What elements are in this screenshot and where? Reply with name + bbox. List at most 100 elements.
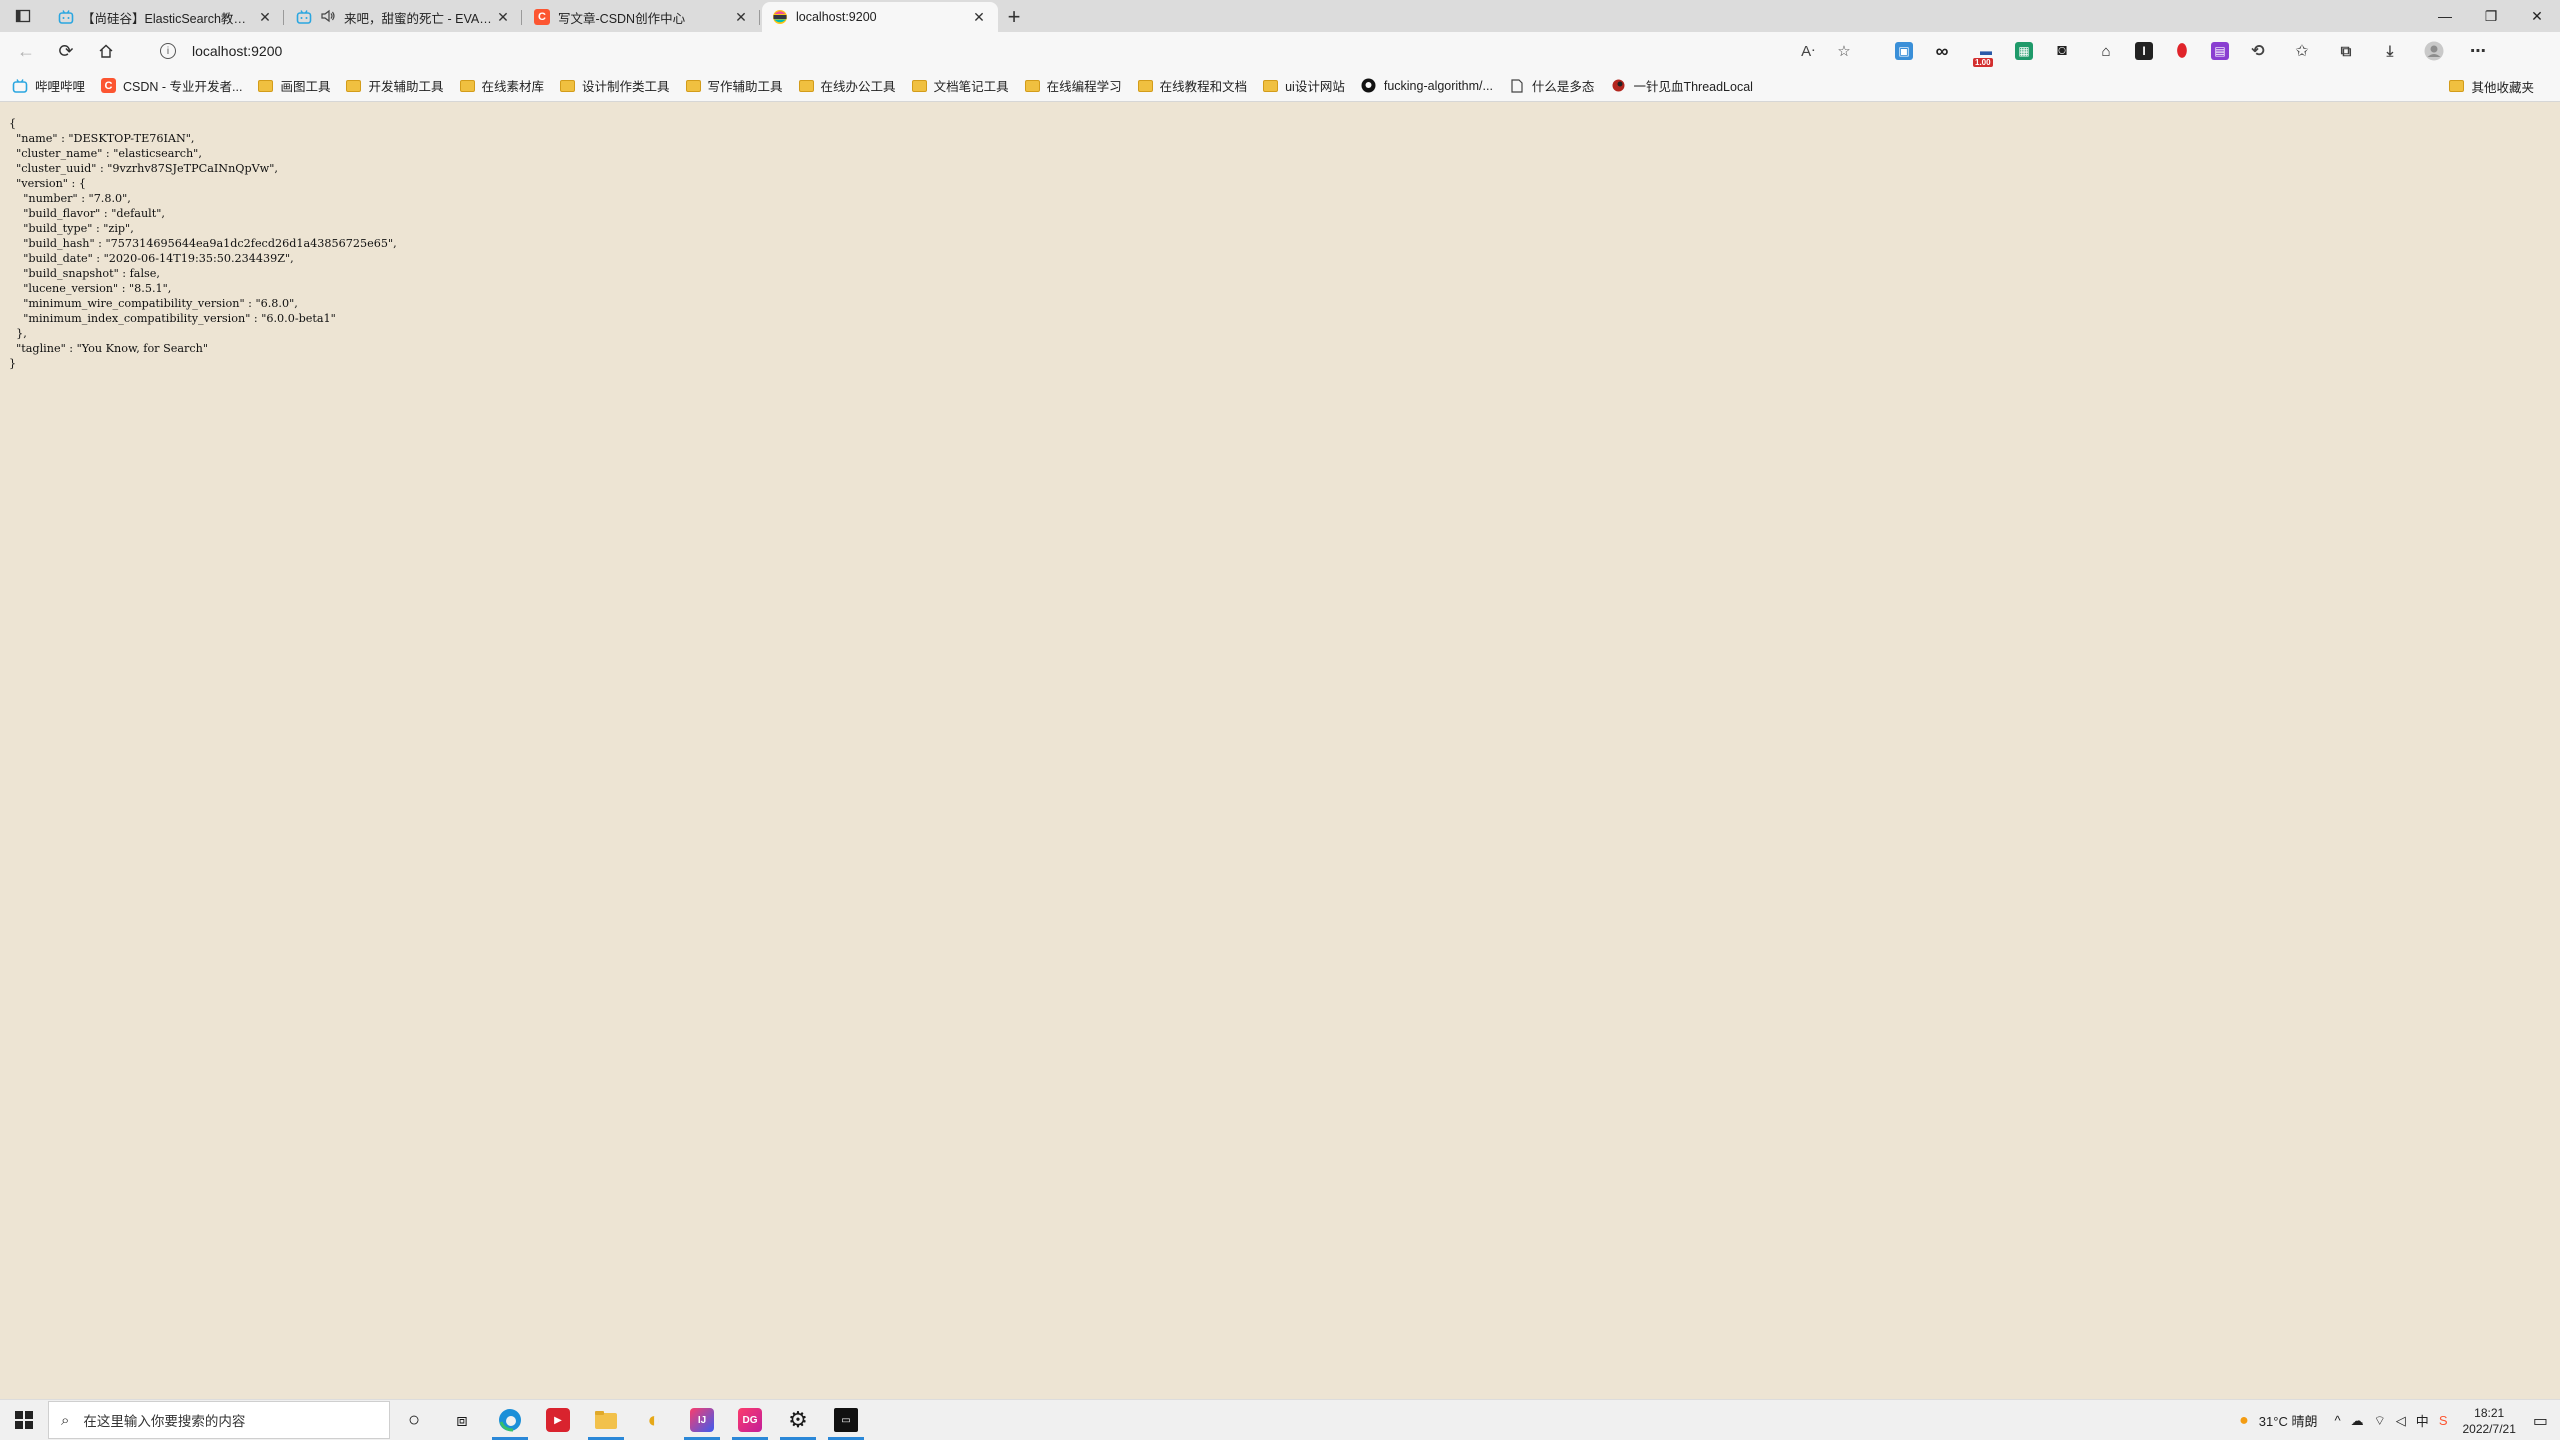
- start-button[interactable]: [0, 1400, 48, 1440]
- new-tab-button[interactable]: +: [998, 2, 1030, 32]
- tab-0[interactable]: 【尚硅谷】ElasticSearch教程入门到精通 ✕: [48, 2, 284, 32]
- page-icon: [1509, 78, 1525, 93]
- bookmark-item[interactable]: 写作辅助工具: [685, 76, 783, 95]
- tab-1[interactable]: 来吧，甜蜜的死亡 - EVA插曲 ✕: [286, 2, 522, 32]
- json-line: }: [9, 357, 17, 370]
- network-icon[interactable]: ⌔: [2374, 1413, 2386, 1429]
- other-bookmarks[interactable]: 其他收藏夹: [2449, 70, 2534, 102]
- opera-extension-icon[interactable]: ⬮: [2167, 41, 2197, 61]
- intellij-app[interactable]: IJ: [678, 1400, 726, 1440]
- bookmark-item[interactable]: 画图工具: [258, 76, 330, 95]
- yellow-app[interactable]: ◐: [630, 1400, 678, 1440]
- bookmark-item[interactable]: 什么是多态: [1509, 76, 1594, 95]
- cloud-icon[interactable]: ☁: [2351, 1413, 2364, 1429]
- volume-icon[interactable]: ◁: [2396, 1413, 2406, 1429]
- bookmark-item[interactable]: 设计制作类工具: [560, 76, 670, 95]
- bookmark-item[interactable]: fucking-algorithm/...: [1361, 78, 1493, 93]
- speaker-icon[interactable]: [320, 9, 336, 26]
- site-info-icon[interactable]: i: [160, 43, 176, 59]
- bookmark-label: 写作辅助工具: [707, 80, 783, 94]
- pycharm-app[interactable]: DG: [726, 1400, 774, 1440]
- json-line: "version" : {: [9, 177, 86, 190]
- tab-strip: 【尚硅谷】ElasticSearch教程入门到精通 ✕ 来吧，甜蜜的死亡 - E…: [0, 0, 2560, 32]
- elastic-icon: [772, 9, 788, 25]
- bookmark-item[interactable]: 在线办公工具: [798, 76, 896, 95]
- edge-app[interactable]: [486, 1400, 534, 1440]
- badge-extension-icon[interactable]: ▬ 1.00: [1971, 41, 2001, 67]
- notification-icon[interactable]: ▭: [2533, 1411, 2548, 1431]
- home-icon: [99, 44, 113, 58]
- bookmark-item[interactable]: 哔哩哔哩: [12, 76, 85, 95]
- tab-close-button[interactable]: ✕: [732, 8, 750, 26]
- bookmark-item[interactable]: 开发辅助工具: [346, 76, 444, 95]
- downloads-icon[interactable]: ⤓: [2375, 41, 2405, 61]
- profile-avatar-icon[interactable]: [2419, 41, 2449, 61]
- tab-close-button[interactable]: ✕: [256, 8, 274, 26]
- sync-extension-icon[interactable]: ⟲: [2243, 41, 2273, 61]
- tab-actions-button[interactable]: [0, 0, 46, 32]
- weather-text[interactable]: 31°C 晴朗: [2259, 1411, 2318, 1430]
- bookmark-label: 画图工具: [280, 80, 331, 94]
- tab-3[interactable]: localhost:9200 ✕: [762, 2, 998, 32]
- clock[interactable]: 18:21 2022/7/21: [2462, 1405, 2515, 1437]
- settings-app[interactable]: ⚙: [774, 1400, 822, 1440]
- bookmark-item[interactable]: 在线编程学习: [1024, 76, 1122, 95]
- folder-icon: [2449, 80, 2465, 92]
- tab-close-button[interactable]: ✕: [970, 8, 988, 26]
- read-aloud-icon[interactable]: Aᐧ: [1790, 42, 1826, 60]
- bilibili-icon: [58, 9, 74, 25]
- bookmark-item[interactable]: 在线教程和文档: [1137, 76, 1247, 95]
- tab-title: 【尚硅谷】ElasticSearch教程入门到精通: [82, 11, 256, 26]
- chevron-up-icon[interactable]: ^: [2334, 1413, 2340, 1428]
- window-controls: — ❐ ✕: [2422, 0, 2560, 32]
- bookmark-item[interactable]: 在线素材库: [459, 76, 545, 95]
- close-window-button[interactable]: ✕: [2514, 0, 2560, 32]
- dark-extension-icon[interactable]: I: [2135, 42, 2153, 60]
- terminal-app[interactable]: ▭: [822, 1400, 870, 1440]
- bookmark-label: 一针见血ThreadLocal: [1633, 80, 1753, 94]
- bookmark-item[interactable]: ui设计网站: [1263, 76, 1345, 95]
- bookmark-item[interactable]: 一针见血ThreadLocal: [1610, 76, 1753, 95]
- bookmark-label: 在线素材库: [481, 80, 545, 94]
- extension-bar: ▣ ∞ ▬ 1.00 ▦ ◙ ⌂ I ⬮ ▤ ⟲ ✩ ⧉ ⤓ ⋯: [1888, 32, 2500, 70]
- taskbar-search-box[interactable]: ⌕ 在这里输入你要搜索的内容: [48, 1401, 390, 1439]
- folder-icon: [798, 79, 814, 92]
- add-favorite-icon[interactable]: ☆: [1826, 42, 1862, 60]
- taskbar: ⌕ 在这里输入你要搜索的内容 ○ ⧈ ▶ ◐ IJ DG ⚙ ▭ ● 31°C …: [0, 1399, 2560, 1440]
- other-bookmarks-label: 其他收藏夹: [2471, 80, 2534, 95]
- folder-icon: [1137, 79, 1153, 92]
- tab-2[interactable]: C 写文章-CSDN创作中心 ✕: [524, 2, 760, 32]
- home-button[interactable]: [86, 32, 126, 70]
- minimize-button[interactable]: —: [2422, 0, 2468, 32]
- tab-actions-icon: [15, 9, 31, 23]
- tampermonkey-extension-icon[interactable]: ⌂: [2091, 41, 2121, 61]
- more-menu-icon[interactable]: ⋯: [2463, 41, 2493, 61]
- task-view-button[interactable]: ⧈: [438, 1400, 486, 1440]
- translate-extension-icon[interactable]: ▣: [1895, 42, 1913, 60]
- folder-icon: [258, 79, 274, 92]
- back-button[interactable]: ←: [6, 32, 46, 70]
- bookmark-item[interactable]: C CSDN - 专业开发者...: [101, 76, 242, 95]
- search-icon: ⌕: [61, 1411, 70, 1429]
- file-explorer-app[interactable]: [582, 1400, 630, 1440]
- json-line: "minimum_index_compatibility_version" : …: [9, 312, 336, 325]
- purple-extension-icon[interactable]: ▤: [2211, 42, 2229, 60]
- system-tray: ● 31°C 晴朗 ^ ☁ ⌔ ◁ 中 S 18:21 2022/7/21 ▭: [2234, 1400, 2560, 1440]
- cortana-button[interactable]: ○: [390, 1400, 438, 1440]
- tab-close-button[interactable]: ✕: [494, 8, 512, 26]
- collections-icon[interactable]: ⧉: [2331, 41, 2361, 61]
- ime-icon[interactable]: 中: [2416, 1411, 2429, 1430]
- refresh-button[interactable]: ⟳: [46, 32, 86, 70]
- csdn-tray-icon[interactable]: S: [2439, 1413, 2448, 1428]
- infinity-extension-icon[interactable]: ∞: [1927, 41, 1957, 61]
- bookmark-item[interactable]: 文档笔记工具: [911, 76, 1009, 95]
- restore-button[interactable]: ❐: [2468, 0, 2514, 32]
- octo-extension-icon[interactable]: ◙: [2047, 41, 2077, 61]
- address-bar[interactable]: i localhost:9200 Aᐧ ☆: [146, 36, 1862, 66]
- address-url[interactable]: localhost:9200: [192, 43, 282, 59]
- tab-title: 写文章-CSDN创作中心: [558, 11, 686, 26]
- red-app[interactable]: ▶: [534, 1400, 582, 1440]
- favorites-icon[interactable]: ✩: [2287, 41, 2317, 61]
- grid-extension-icon[interactable]: ▦: [2015, 42, 2033, 60]
- site-icon: [1610, 79, 1626, 93]
